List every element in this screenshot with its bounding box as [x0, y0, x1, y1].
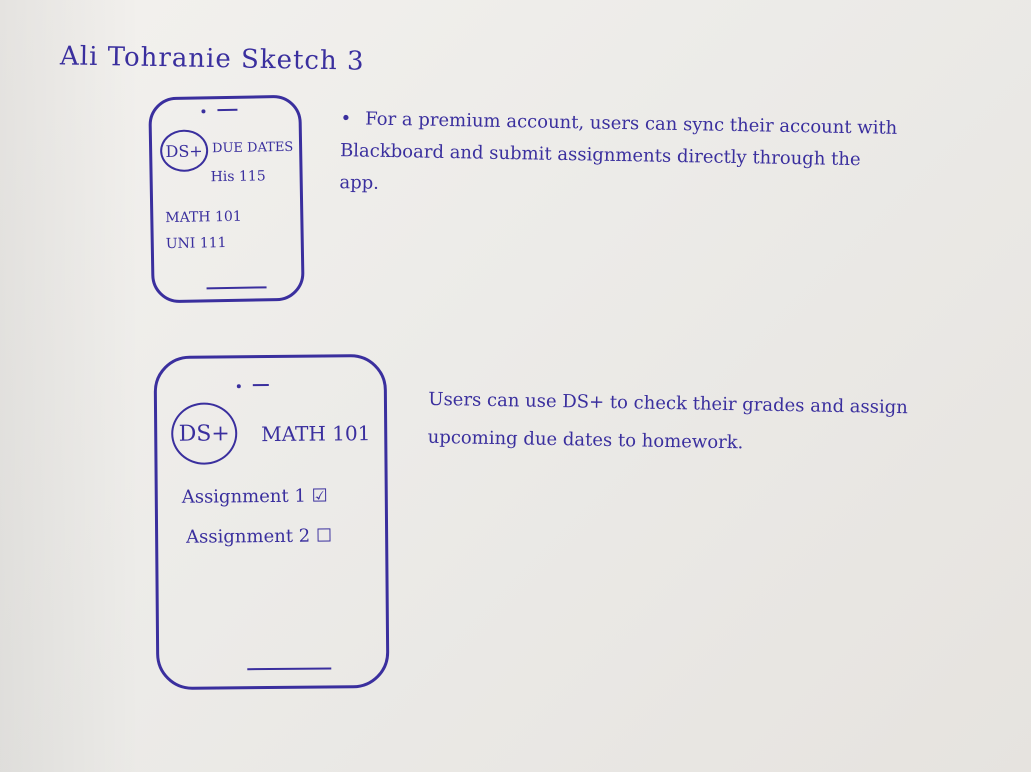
home-indicator	[247, 667, 332, 671]
camera-dot	[236, 384, 241, 389]
phone-sketch-due-dates: DS+ DUE DATES His 115 MATH 101 UNI 111	[148, 94, 305, 304]
assignment-item: Assignment 2 ☐	[186, 525, 333, 548]
due-dates-header: DUE DATES	[211, 139, 294, 157]
paper-shadow	[0, 0, 140, 772]
sketch-title: Ali Tohranie Sketch 3	[59, 41, 365, 77]
bullet-mark: •	[340, 108, 352, 130]
note-grades: Users can use DS+ to check their grades …	[427, 381, 909, 465]
note-premium-text: For a premium account, users can sync th…	[339, 108, 898, 194]
note-premium: • For a premium account, users can sync t…	[339, 103, 901, 209]
list-item: MATH 101	[165, 208, 242, 227]
course-header: MATH 101	[261, 421, 371, 447]
ds-plus-logo: DS+	[159, 129, 209, 173]
list-item: His 115	[210, 168, 266, 186]
speaker-line	[217, 108, 238, 112]
paper-background: Ali Tohranie Sketch 3 DS+ DUE DATES His …	[0, 0, 1031, 772]
note-grades-text: Users can use DS+ to check their grades …	[427, 388, 909, 454]
ds-plus-logo: DS+	[170, 402, 238, 465]
home-indicator	[206, 286, 267, 290]
assignment-item: Assignment 1 ☑	[181, 485, 328, 508]
phone-sketch-course: DS+ MATH 101 Assignment 1 ☑ Assignment 2…	[153, 353, 390, 691]
list-item: UNI 111	[165, 235, 227, 253]
speaker-line	[252, 384, 269, 387]
camera-dot	[201, 109, 206, 114]
